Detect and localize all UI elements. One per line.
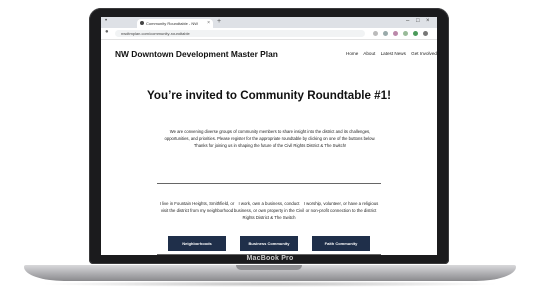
minimize-icon[interactable]: – <box>406 18 409 24</box>
site-title[interactable]: NW Downtown Development Master Plan <box>115 49 278 59</box>
option-text-business: I work, own a business, conduct business… <box>233 201 305 220</box>
extension-icon[interactable] <box>383 31 388 36</box>
profile-avatar[interactable] <box>423 31 428 36</box>
extension-icon[interactable] <box>413 31 418 36</box>
laptop-screen: • Community Roundtable - NW × + – □ × ● … <box>101 17 437 255</box>
new-tab-button[interactable]: + <box>217 18 221 25</box>
laptop-notch <box>236 265 302 270</box>
url-field[interactable]: nwdtmplan.com/community-roundtable <box>115 30 365 37</box>
main-nav: Home About Latest News Get Involved <box>346 51 437 56</box>
laptop-shadow <box>40 281 500 287</box>
neighborhoods-button[interactable]: Neighborhoods <box>168 236 226 251</box>
tab-title: Community Roundtable - NW <box>146 21 199 26</box>
nav-get-involved[interactable]: Get Involved <box>411 51 437 56</box>
lock-icon: ● <box>105 29 109 35</box>
extension-icon[interactable] <box>393 31 398 36</box>
url-text: nwdtmplan.com/community-roundtable <box>121 31 190 36</box>
intro-paragraph: We are convening diverse groups of commu… <box>164 129 376 148</box>
option-text-faith: I worship, volunteer, or have a religiou… <box>303 201 379 213</box>
window-dots-icon[interactable]: • <box>105 18 107 24</box>
window-close-icon[interactable]: × <box>426 18 430 24</box>
browser-address-bar: ● nwdtmplan.com/community-roundtable <box>101 28 437 40</box>
macbook-label: MacBook Pro <box>246 255 294 262</box>
extension-icon[interactable] <box>403 31 408 36</box>
nav-about[interactable]: About <box>363 51 375 56</box>
divider-top <box>157 183 381 184</box>
option-text-neighborhoods: I live in Fountain Heights, Smithfield, … <box>159 201 235 213</box>
maximize-icon[interactable]: □ <box>416 18 420 24</box>
nav-latest-news[interactable]: Latest News <box>381 51 406 56</box>
nav-home[interactable]: Home <box>346 51 358 56</box>
browser-tab-bar: • Community Roundtable - NW × + – □ × <box>101 17 437 28</box>
business-community-button[interactable]: Business Community <box>240 236 298 251</box>
page-heading: You’re invited to Community Roundtable #… <box>147 89 391 102</box>
browser-tab[interactable]: Community Roundtable - NW × <box>137 19 213 28</box>
faith-community-button[interactable]: Faith Community <box>312 236 370 251</box>
star-icon[interactable] <box>373 31 378 36</box>
favicon-icon <box>140 21 144 25</box>
tab-close-icon[interactable]: × <box>207 19 210 28</box>
